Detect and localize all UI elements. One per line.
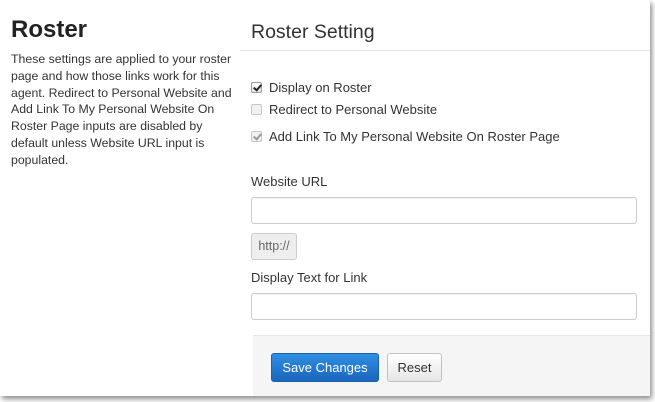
form-actions: Save Changes Reset bbox=[253, 335, 650, 396]
redirect-personal-website-checkbox bbox=[251, 103, 262, 115]
display-on-roster-option[interactable]: Display on Roster bbox=[251, 78, 372, 96]
section-title: Roster bbox=[11, 16, 88, 43]
save-changes-button[interactable]: Save Changes bbox=[271, 353, 379, 382]
website-url-label: Website URL bbox=[251, 174, 328, 189]
website-url-input[interactable] bbox=[251, 197, 637, 224]
roster-settings-panel: Roster These settings are applied to you… bbox=[0, 0, 650, 396]
redirect-personal-website-option: Redirect to Personal Website bbox=[251, 100, 437, 118]
sidebar-info: Roster These settings are applied to you… bbox=[11, 15, 233, 169]
reset-button[interactable]: Reset bbox=[387, 353, 442, 382]
redirect-personal-website-label: Redirect to Personal Website bbox=[269, 101, 438, 117]
url-prefix-addon: http:// bbox=[251, 233, 297, 260]
add-link-on-roster-option: Add Link To My Personal Website On Roste… bbox=[251, 127, 560, 145]
display-text-label: Display Text for Link bbox=[251, 270, 368, 285]
title-divider bbox=[240, 50, 650, 51]
display-on-roster-checkbox[interactable] bbox=[251, 81, 262, 93]
add-link-on-roster-label: Add Link To My Personal Website On Roste… bbox=[269, 128, 560, 144]
settings-form: Roster Setting Display on Roster Redirec… bbox=[240, 0, 650, 396]
add-link-on-roster-checkbox bbox=[251, 130, 262, 142]
section-description: These settings are applied to your roste… bbox=[11, 52, 232, 167]
form-title: Roster Setting bbox=[251, 21, 375, 43]
display-on-roster-label: Display on Roster bbox=[269, 79, 372, 95]
display-text-input[interactable] bbox=[251, 293, 637, 320]
